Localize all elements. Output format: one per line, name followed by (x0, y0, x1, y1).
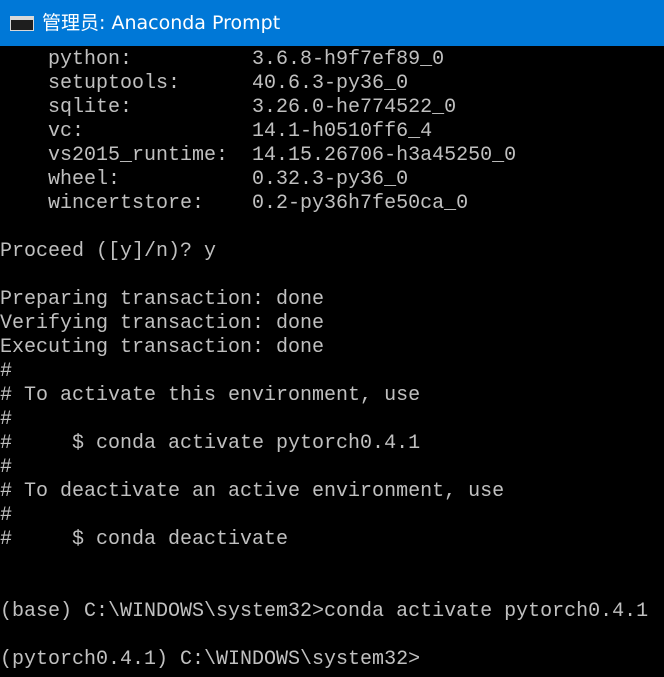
console-line: wincertstore: 0.2-py36h7fe50ca_0 (0, 192, 469, 215)
console-output[interactable]: python: 3.6.8-h9f7ef89_0 setuptools: 40.… (0, 48, 664, 677)
console-line: Verifying transaction: done (0, 312, 325, 335)
console-line: python: 3.6.8-h9f7ef89_0 (0, 48, 445, 71)
console-line: Proceed ([y]/n)? y (0, 240, 217, 263)
anaconda-prompt-window: 管理员: Anaconda Prompt python: 3.6.8-h9f7e… (0, 0, 664, 677)
title-bar[interactable]: 管理员: Anaconda Prompt (0, 0, 664, 46)
console-line: # (0, 360, 13, 383)
console-line: # $ conda deactivate (0, 528, 289, 551)
console-line: Preparing transaction: done (0, 288, 325, 311)
window-title: 管理员: Anaconda Prompt (42, 12, 281, 34)
console-line: # $ conda activate pytorch0.4.1 (0, 432, 421, 455)
console-line: # To deactivate an active environment, u… (0, 480, 505, 503)
console-line: setuptools: 40.6.3-py36_0 (0, 72, 409, 95)
console-line: # (0, 408, 13, 431)
console-line: sqlite: 3.26.0-he774522_0 (0, 96, 457, 119)
console-line: # (0, 456, 13, 479)
console-line: Executing transaction: done (0, 336, 325, 359)
console-line: # To activate this environment, use (0, 384, 421, 407)
console-line: # (0, 504, 13, 527)
console-line: vc: 14.1-h0510ff6_4 (0, 120, 433, 143)
console-line: wheel: 0.32.3-py36_0 (0, 168, 409, 191)
console-line: vs2015_runtime: 14.15.26706-h3a45250_0 (0, 144, 517, 167)
prompt-line[interactable]: (pytorch0.4.1) C:\WINDOWS\system32> (0, 648, 420, 672)
console-app-icon (10, 15, 34, 31)
command-line: (base) C:\WINDOWS\system32>conda activat… (0, 600, 649, 623)
